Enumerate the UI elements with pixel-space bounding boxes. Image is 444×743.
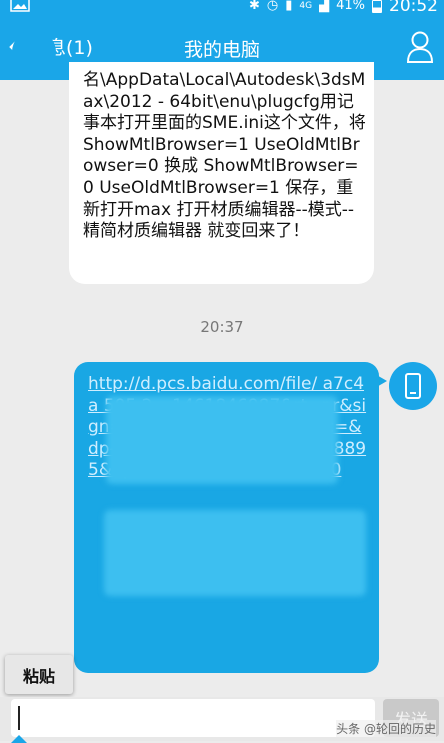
- avatar[interactable]: [12, 30, 56, 74]
- clock: 20:52: [389, 0, 438, 16]
- network-type: 4G: [299, 1, 313, 11]
- battery-percent: 41%: [336, 0, 365, 13]
- redaction-blur: [104, 510, 366, 596]
- image-notification-icon: [10, 0, 30, 12]
- profile-icon[interactable]: [406, 30, 434, 64]
- signal-icon: ▟: [319, 0, 330, 13]
- sim-icon: ▮: [285, 0, 293, 13]
- text-cursor: [18, 706, 20, 730]
- battery-icon: [372, 0, 382, 13]
- page-title: 我的电脑: [183, 39, 260, 61]
- redaction-blur: [106, 396, 338, 484]
- avatar[interactable]: [389, 362, 437, 410]
- phone-icon: [405, 373, 421, 399]
- status-bar: ✱ ◷ ▮ 4G ▟ 41% 20:52: [0, 0, 444, 16]
- watermark: 头条 @轮回的历史: [336, 720, 436, 737]
- bubble-tail: [375, 374, 387, 388]
- incoming-message-text: 名\AppData\Local\Autodesk\3dsMax\2012 - 6…: [83, 70, 366, 242]
- message-timestamp: 20:37: [200, 318, 244, 336]
- paste-button[interactable]: 粘贴: [5, 655, 73, 694]
- cursor-handle[interactable]: [11, 735, 27, 743]
- outgoing-message-bubble[interactable]: http://d.pcs.baidu.com/file/ a7c4a 505 2…: [74, 362, 387, 673]
- bluetooth-icon: ✱: [248, 0, 260, 13]
- incoming-message-bubble[interactable]: 名\AppData\Local\Autodesk\3dsMax\2012 - 6…: [69, 62, 374, 284]
- message-input[interactable]: [11, 699, 375, 737]
- alarm-icon: ◷: [266, 0, 279, 13]
